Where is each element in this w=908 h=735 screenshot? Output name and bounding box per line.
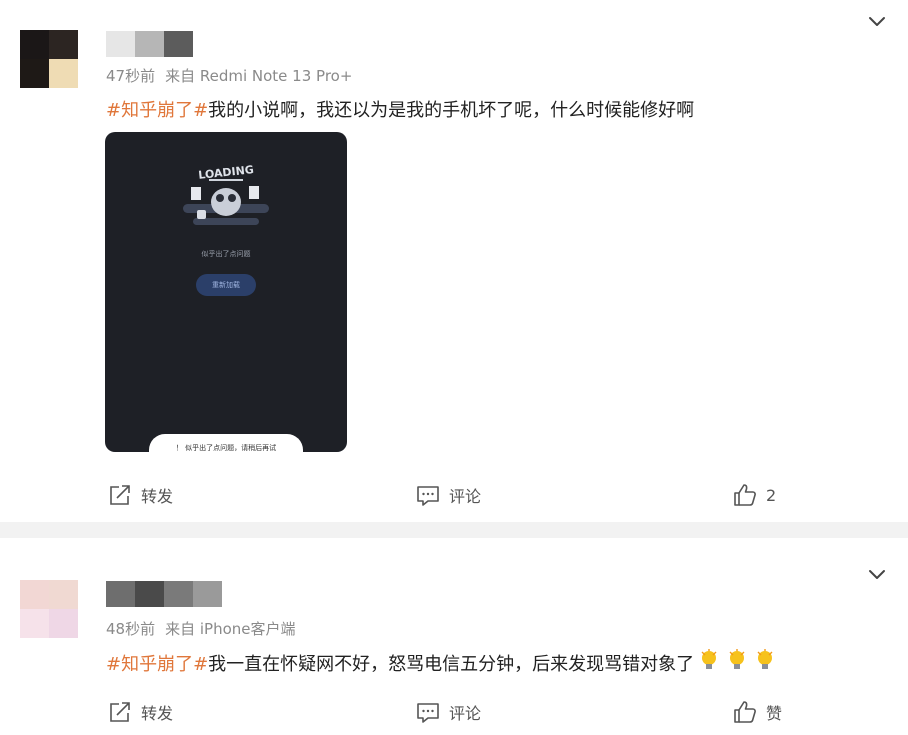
action-bar: 转发 评论 2: [0, 480, 908, 510]
repost-icon: [110, 485, 130, 505]
post-body: 我一直在怀疑网不好，怒骂电信五分钟，后来发现骂错对象了: [208, 654, 695, 675]
post-meta: 47秒前 来自 Redmi Note 13 Pro+: [106, 65, 352, 86]
like-button[interactable]: 赞: [732, 697, 782, 727]
topic-link[interactable]: #知乎崩了#: [106, 100, 208, 121]
repost-label: 转发: [141, 487, 174, 506]
post-source: 来自 Redmi Note 13 Pro+: [165, 67, 353, 85]
avatar-pixel: [20, 609, 49, 638]
avatar-pixel: [49, 30, 78, 59]
avatar[interactable]: [20, 580, 78, 638]
avatar-pixel: [49, 609, 78, 638]
username-blurred[interactable]: [106, 581, 222, 607]
avatar-pixel: [49, 59, 78, 88]
comment-button[interactable]: 评论: [415, 480, 481, 510]
comment-label: 评论: [449, 704, 482, 723]
emoji-group: [697, 649, 777, 673]
reload-button: 重新加载: [196, 274, 256, 296]
post-body: 我的小说啊，我还以为是我的手机坏了呢，什么时候能修好啊: [208, 100, 695, 121]
error-message: 似乎出了点问题: [201, 250, 251, 258]
post-text: #知乎崩了#我的小说啊，我还以为是我的手机坏了呢，什么时候能修好啊: [106, 96, 694, 122]
avatar-pixel: [20, 59, 49, 88]
chevron-down-icon[interactable]: [866, 563, 888, 585]
avatar[interactable]: [20, 30, 78, 88]
repost-button[interactable]: 转发: [107, 697, 173, 727]
post-card: 48秒前 来自 iPhone客户端 #知乎崩了#我一直在怀疑网不好，怒骂电信五分钟…: [0, 538, 908, 735]
chevron-down-icon[interactable]: [866, 10, 888, 32]
topic-link[interactable]: #知乎崩了#: [106, 654, 208, 675]
like-button[interactable]: 2: [732, 480, 776, 510]
comment-label: 评论: [449, 487, 482, 506]
like-label: 赞: [766, 704, 783, 723]
post-text: #知乎崩了#我一直在怀疑网不好，怒骂电信五分钟，后来发现骂错对象了: [106, 649, 777, 676]
post-meta: 48秒前 来自 iPhone客户端: [106, 618, 296, 639]
lightbulb-emoji-icon: [729, 649, 745, 669]
attached-image[interactable]: LOADING 似乎出了点问题 重新加载 ！ 似乎出了点问题，请稍后再试: [105, 132, 347, 452]
thumbs-up-icon: [734, 701, 756, 723]
post-time: 47秒前: [106, 67, 156, 85]
thumbs-up-icon: [734, 484, 756, 506]
repost-button[interactable]: 转发: [107, 480, 173, 510]
post-card: 47秒前 来自 Redmi Note 13 Pro+ #知乎崩了#我的小说啊，我还…: [0, 0, 908, 522]
lightbulb-emoji-icon: [701, 649, 717, 669]
post-source: 来自 iPhone客户端: [165, 620, 296, 638]
comment-icon: [417, 486, 439, 506]
error-toast: ！ 似乎出了点问题，请稍后再试: [149, 434, 303, 452]
post-divider: [0, 522, 908, 538]
action-bar: 转发 评论 赞: [0, 697, 908, 727]
post-time: 48秒前: [106, 620, 156, 638]
repost-label: 转发: [141, 704, 174, 723]
username-blurred[interactable]: [106, 31, 193, 57]
loading-illustration: LOADING: [183, 163, 269, 225]
avatar-pixel: [20, 30, 49, 59]
comment-button[interactable]: 评论: [415, 697, 481, 727]
avatar-pixel: [49, 580, 78, 609]
avatar-pixel: [20, 580, 49, 609]
repost-icon: [110, 702, 130, 722]
comment-icon: [417, 703, 439, 723]
lightbulb-emoji-icon: [757, 649, 773, 669]
like-count: 2: [766, 485, 777, 505]
